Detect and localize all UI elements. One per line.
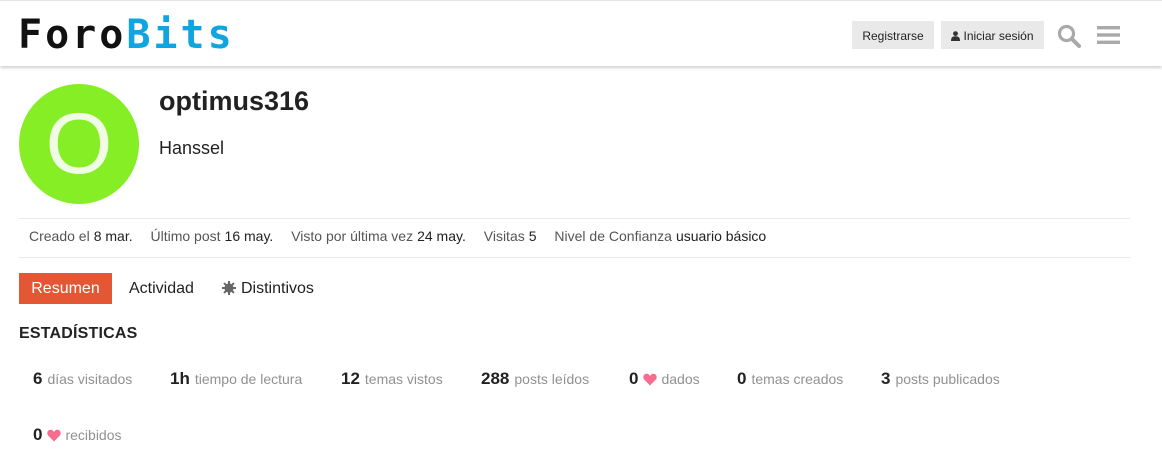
login-button[interactable]: Iniciar sesión	[941, 21, 1044, 49]
stats-title: ESTADÍSTICAS	[19, 325, 138, 342]
logo-text-part2: Bits	[126, 12, 235, 58]
register-button[interactable]: Registrarse	[852, 21, 934, 49]
tab-badges-label: Distintivos	[241, 280, 314, 297]
tab-badges[interactable]: Distintivos	[222, 273, 314, 304]
stat-posts-published: 3 posts publicados	[881, 369, 1000, 388]
tab-activity[interactable]: Actividad	[129, 273, 194, 304]
site-logo[interactable]: Foro Bits	[18, 15, 235, 55]
logo-text-part1: Foro	[18, 12, 127, 58]
stat-topics-viewed: 12 temas vistos	[341, 369, 443, 388]
meta-last-post: Último post 16 may.	[150, 228, 274, 244]
stat-topics-created: 0 temas creados	[737, 369, 844, 388]
stat-read-time: 1h tiempo de lectura	[170, 369, 303, 388]
divider	[19, 218, 1130, 219]
meta-trust-level: Nivel de Confianza usuario básico	[554, 228, 767, 244]
stat-days-visited: 6 días visitados	[33, 369, 133, 388]
divider	[19, 257, 1130, 258]
meta-created: Creado el 8 mar.	[29, 228, 133, 244]
heart-icon	[643, 371, 658, 393]
tab-summary[interactable]: Resumen	[19, 273, 112, 304]
avatar[interactable]: O	[19, 84, 139, 204]
hamburger-menu-icon[interactable]	[1097, 25, 1120, 45]
profile-full-name: Hanssel	[159, 138, 225, 158]
search-icon[interactable]	[1057, 24, 1081, 48]
heart-icon	[47, 427, 62, 449]
stat-likes-given: 0 dados	[629, 368, 700, 390]
profile-meta: Creado el 8 mar. Último post 16 may. Visto…	[29, 228, 780, 244]
user-icon	[951, 23, 961, 51]
profile-username: optimus316	[159, 86, 310, 116]
meta-views: Visitas 5	[483, 228, 537, 244]
login-button-label: Iniciar sesión	[963, 29, 1034, 43]
gear-icon	[222, 275, 236, 306]
stat-likes-received: 0 recibidos	[33, 424, 122, 446]
site-header: Foro Bits Registrarse Iniciar sesión	[0, 0, 1162, 66]
meta-last-seen: Visto por última vez 24 may.	[291, 228, 466, 244]
stat-posts-read: 288 posts leídos	[481, 369, 590, 388]
